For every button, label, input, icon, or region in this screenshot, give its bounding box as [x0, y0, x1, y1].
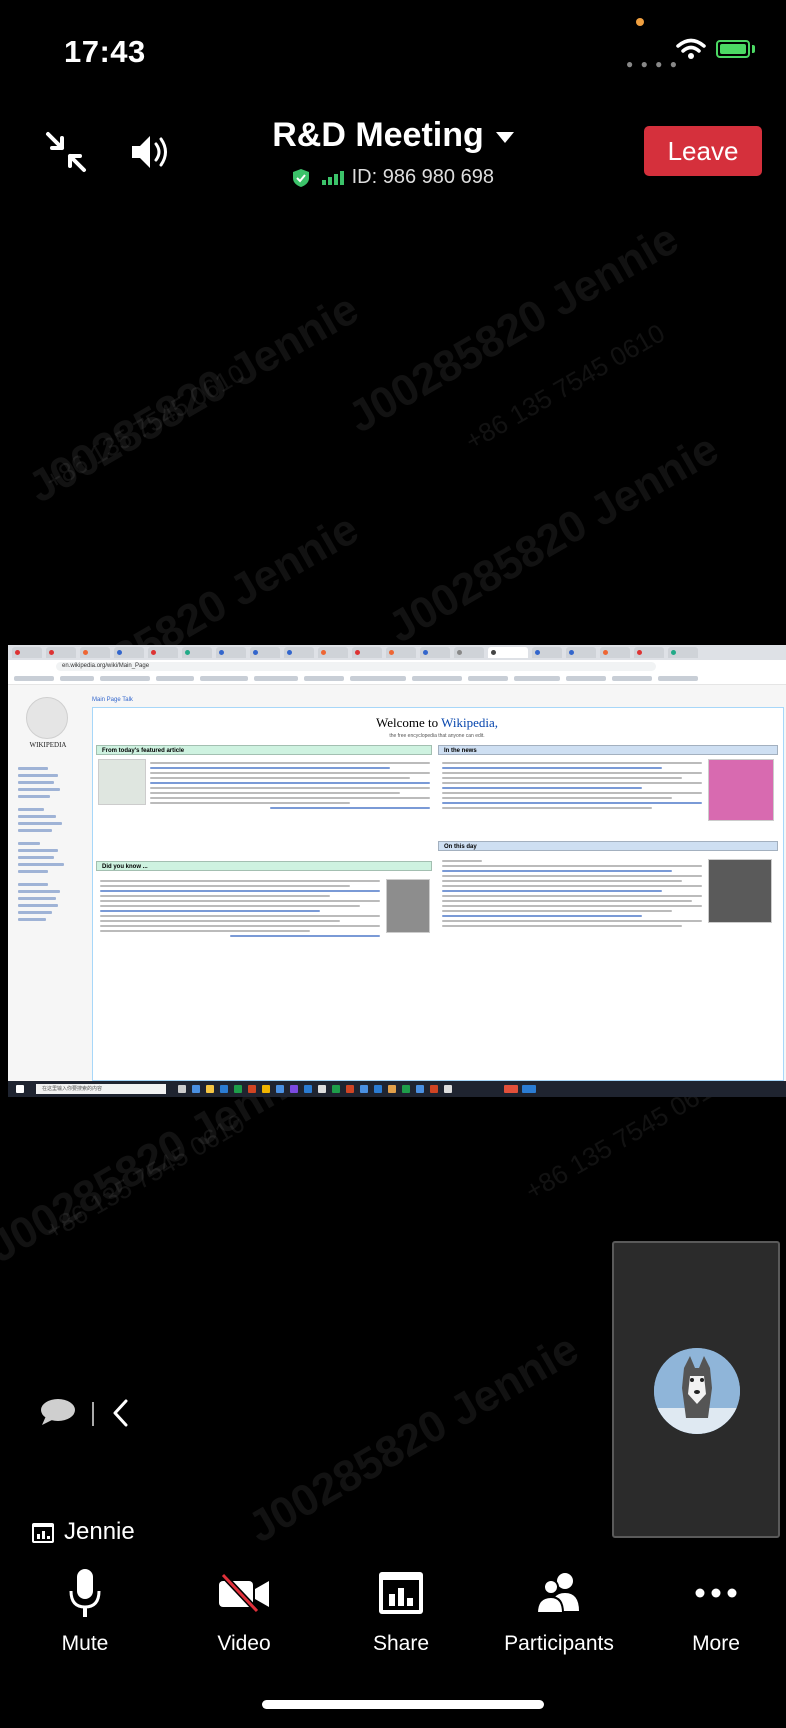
browser-address-bar: en.wikipedia.org/wiki/Main_Page: [8, 660, 786, 674]
building-photo: [386, 879, 430, 933]
active-speaker-label: Jennie: [32, 1518, 135, 1546]
browser-tab: [12, 647, 42, 658]
chevron-left-icon[interactable]: [110, 1398, 132, 1428]
participants-button[interactable]: Participants: [484, 1560, 634, 1656]
browser-tab: [182, 647, 212, 658]
video-label: Video: [217, 1632, 271, 1655]
browser-tab: [284, 647, 314, 658]
did-you-know-heading: Did you know ...: [96, 861, 432, 871]
watermark-text: J00285820 Jennie: [20, 284, 367, 513]
husky-dog-avatar-image: [654, 1348, 740, 1434]
recording-indicator-dot: [636, 18, 644, 26]
watermark-phone: +86 135 7545 0610: [40, 1107, 250, 1246]
meeting-toolbar: Mute Video Share Participants More: [0, 1560, 786, 1680]
participants-icon: [535, 1573, 579, 1614]
wikipedia-wordmark: WIKIPEDIA: [29, 741, 67, 749]
wikipedia-welcome-sub: the free encyclopedia that anyone can ed…: [389, 733, 485, 739]
browser-tab: [318, 647, 348, 658]
in-the-news-heading: In the news: [438, 745, 778, 755]
browser-tab: [454, 647, 484, 658]
did-you-know-text: [100, 877, 380, 940]
wikipedia-globe-logo: [26, 697, 68, 739]
video-button[interactable]: Video: [169, 1560, 319, 1656]
on-this-day-text: [442, 857, 702, 930]
browser-tab: [386, 647, 416, 658]
watermark-phone: +86 135 7545 0610: [40, 357, 250, 496]
participant-video-tile[interactable]: [612, 1241, 780, 1538]
mute-button[interactable]: Mute: [10, 1560, 160, 1656]
share-screen-icon: [379, 1572, 423, 1614]
in-the-news-text: [442, 759, 702, 812]
browser-tab: [250, 647, 280, 658]
status-time: 17:43: [64, 34, 146, 69]
featured-article-heading: From today's featured article: [96, 745, 432, 755]
share-screen-icon: [32, 1522, 54, 1543]
watermark-text: J00285820 Jennie: [340, 214, 687, 443]
more-icon: [695, 1588, 737, 1598]
battery-icon: [716, 40, 750, 58]
featured-text: [150, 759, 430, 812]
meeting-title: R&D Meeting: [272, 116, 484, 154]
microphone-icon: [69, 1569, 101, 1617]
cellular-signal-icon: ● ● ● ●: [626, 57, 679, 71]
historic-photo: [708, 859, 772, 923]
browser-tab: [46, 647, 76, 658]
browser-url: en.wikipedia.org/wiki/Main_Page: [56, 662, 656, 671]
browser-tab: [80, 647, 110, 658]
meeting-id: ID: 986 980 698: [351, 166, 494, 188]
browser-tab: [148, 647, 178, 658]
on-this-day-heading: On this day: [438, 841, 778, 851]
chat-divider: [92, 1402, 94, 1426]
chevron-down-icon: [495, 131, 514, 143]
chat-bubble-icon[interactable]: [40, 1398, 76, 1426]
browser-tab: [634, 647, 664, 658]
browser-tab: [216, 647, 246, 658]
home-indicator[interactable]: [262, 1700, 544, 1709]
windows-taskbar: 在这里输入你要搜索的内容: [8, 1081, 786, 1097]
video-off-icon: [219, 1573, 269, 1613]
participant-name: Jennie: [64, 1518, 135, 1545]
watermark-phone: +86 135 7545 0610: [460, 317, 670, 456]
watermark-text: J00285820 Jennie: [240, 1324, 587, 1553]
shared-screen: en.wikipedia.org/wiki/Main_Page WIKIPEDI…: [8, 645, 786, 1097]
share-label: Share: [372, 1632, 430, 1655]
featured-image: [98, 759, 146, 805]
avatar: [654, 1348, 740, 1434]
wikipedia-sidebar: [18, 763, 78, 925]
mute-label: Mute: [61, 1632, 109, 1655]
browser-tab: [566, 647, 596, 658]
browser-tab: [420, 647, 450, 658]
browser-tab: [532, 647, 562, 658]
wikipedia-page-tabs: Main Page Talk: [92, 697, 133, 703]
participants-label: Participants: [504, 1632, 614, 1655]
shield-check-icon: [293, 168, 310, 187]
watermark-text: J00285820 Jennie: [380, 424, 727, 653]
leave-button[interactable]: Leave: [644, 126, 762, 176]
taskbar-search: 在这里输入你要搜索的内容: [36, 1084, 166, 1094]
more-label: More: [692, 1632, 740, 1655]
more-button[interactable]: More: [641, 1560, 786, 1656]
browser-tab: [668, 647, 698, 658]
browser-tab-strip: [8, 645, 786, 660]
wifi-icon: [676, 38, 706, 59]
connection-strength-icon: [321, 170, 344, 185]
bookmarks-bar: [8, 673, 786, 685]
share-button[interactable]: Share: [326, 1560, 476, 1656]
browser-tab: [600, 647, 630, 658]
browser-tab: [352, 647, 382, 658]
news-photo: [708, 759, 774, 821]
battery-nub: [752, 45, 755, 53]
browser-tab: [114, 647, 144, 658]
wikipedia-welcome: Welcome to Wikipedia,: [375, 715, 498, 730]
browser-tab-active: [488, 647, 528, 658]
